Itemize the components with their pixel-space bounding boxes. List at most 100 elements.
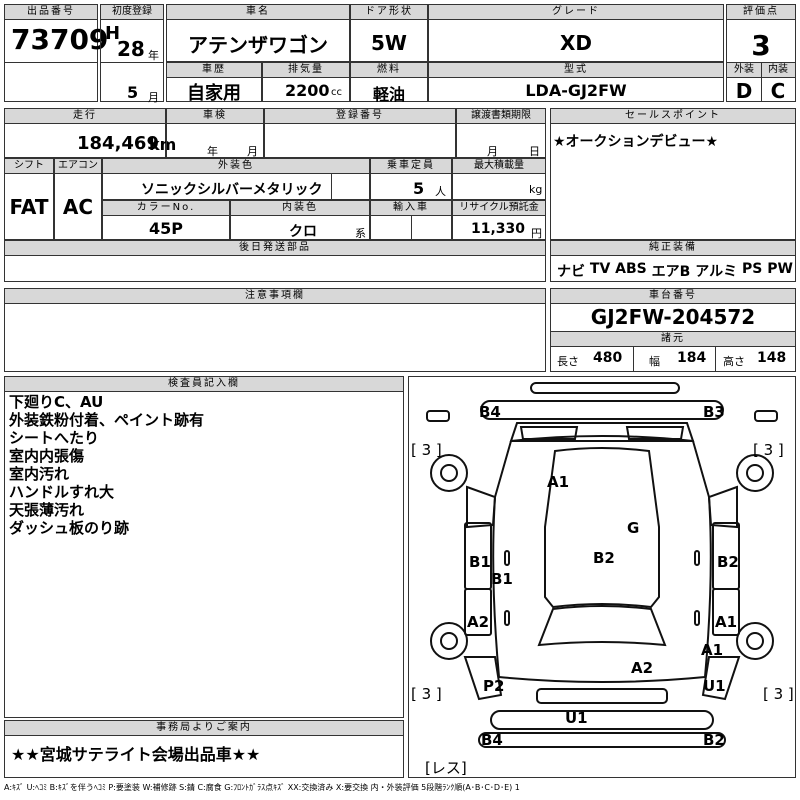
chassis-label: 車台番号 bbox=[551, 289, 795, 304]
exterior-score: D bbox=[735, 79, 753, 103]
import-box: 輸入車 bbox=[370, 200, 452, 240]
tire-bracket-front-right: [ 3 ] bbox=[753, 441, 784, 459]
color-number: 45P bbox=[149, 219, 183, 238]
damage-mark: B2 bbox=[703, 731, 725, 749]
later-parts-box: 後日発送部品 bbox=[4, 240, 546, 282]
capacity-unit: 人 bbox=[435, 185, 446, 198]
recycle-box: リサイクル預託金 11,330 円 bbox=[452, 200, 546, 240]
import-label: 輸入車 bbox=[371, 201, 451, 216]
vehicle-name-box: 車名 アテンザワゴン bbox=[166, 4, 350, 62]
interior-color-label: 内装色 bbox=[231, 201, 369, 216]
interior-score: C bbox=[770, 79, 786, 103]
equip-item: ABS bbox=[615, 261, 647, 277]
note-line: 外装鉄粉付着、ペイント跡有 bbox=[9, 411, 205, 429]
history: 自家用 bbox=[187, 83, 241, 104]
note-line: ハンドルすれ大 bbox=[9, 483, 115, 501]
fuel-box: 燃料 軽油 bbox=[350, 62, 428, 104]
registration-month: 5 bbox=[127, 83, 139, 102]
tire-bracket-front-left: [ 3 ] bbox=[411, 441, 442, 459]
aircon-box: エアコン AC bbox=[54, 158, 102, 240]
equip-item: PS bbox=[741, 261, 763, 277]
inspector-notes: 下廻りC、AU 外装鉄粉付着、ペイント跡有 シートへたり 室内内張傷 室内汚れ … bbox=[9, 393, 204, 537]
damage-mark: U1 bbox=[565, 709, 588, 727]
deadline-month-unit: 月 bbox=[487, 145, 498, 158]
equip-item: TV bbox=[589, 261, 611, 277]
aircon: AC bbox=[62, 195, 94, 219]
inspection-label: 車検 bbox=[167, 109, 263, 124]
damage-mark: A1 bbox=[701, 641, 723, 659]
office-box: 事務局よりご案内 ★★宮城サテライト会場出品車★★ bbox=[4, 720, 404, 778]
car-outline-diagram: [ 3 ] [ 3 ] [ 3 ] [ 3 ] [レス] B4 B3 A1 G … bbox=[411, 382, 794, 777]
recycle-unit: 円 bbox=[531, 227, 542, 240]
interior-color-box: 内装色 クロ 系 bbox=[230, 200, 370, 240]
lot-number-label: 出品番号 bbox=[5, 5, 97, 20]
fuel: 軽油 bbox=[372, 85, 405, 104]
first-registration-label: 初度登録 bbox=[101, 5, 163, 20]
recycle-label: リサイクル預託金 bbox=[453, 201, 545, 216]
sales-point-label: セールスポイント bbox=[551, 109, 795, 124]
office-notice: ★★宮城サテライト会場出品車★★ bbox=[11, 745, 261, 764]
height: 148 bbox=[757, 350, 787, 366]
capacity-box: 乗車定員 5 人 bbox=[370, 158, 452, 200]
grade-label: グレード bbox=[429, 5, 723, 20]
damage-mark: B2 bbox=[593, 549, 615, 567]
deadline-label: 譲渡書類期限 bbox=[457, 109, 545, 124]
inspector-box: 検査員記入欄 下廻りC、AU 外装鉄粉付着、ペイント跡有 シートへたり 室内内張… bbox=[4, 376, 404, 718]
equipment-list: ナビ TV ABS エアB アルミ PS PW bbox=[557, 261, 793, 281]
later-parts-label: 後日発送部品 bbox=[5, 241, 545, 256]
equip-item: アルミ bbox=[695, 264, 738, 280]
model-code: LDA-GJ2FW bbox=[525, 81, 627, 100]
mileage-label: 走行 bbox=[5, 109, 165, 124]
note-line: 室内汚れ bbox=[9, 465, 70, 483]
load-unit: kg bbox=[529, 183, 543, 196]
damage-mark: B2 bbox=[717, 553, 739, 571]
door-type-label: ドア形状 bbox=[351, 5, 427, 20]
lot-number: 73709 bbox=[11, 23, 109, 56]
overall-score: 3 bbox=[751, 29, 771, 62]
damage-diagram: [ 3 ] [ 3 ] [ 3 ] [ 3 ] [レス] B4 B3 A1 G … bbox=[408, 376, 796, 778]
spare-tire-bracket: [レス] bbox=[425, 759, 467, 777]
shift-box: シフト FAT bbox=[4, 158, 54, 240]
equip-item: エアB bbox=[651, 264, 691, 280]
load-box: 最大積載量 kg bbox=[452, 158, 546, 200]
inspection-year-unit: 年 bbox=[207, 145, 218, 158]
damage-mark: P2 bbox=[483, 677, 504, 695]
equip-item: ナビ bbox=[557, 264, 585, 280]
exterior-color: ソニックシルバーメタリック bbox=[141, 182, 323, 198]
caution-box: 注意事項欄 bbox=[4, 288, 546, 372]
model-box: 型式 LDA-GJ2FW bbox=[428, 62, 724, 102]
displacement-label: 排気量 bbox=[263, 63, 349, 78]
door-type-box: ドア形状 5W bbox=[350, 4, 428, 62]
recycle-fee: 11,330 bbox=[471, 221, 526, 237]
displacement: 2200 bbox=[285, 81, 330, 100]
month-unit: 月 bbox=[148, 91, 159, 104]
legend-text: A:ｷｽﾞ U:ﾍｺﾐ B:ｷｽﾞを伴うﾍｺﾐ P:要塗装 W:補修跡 S:錆 … bbox=[4, 783, 520, 792]
score-box: 評価点 3 外装 内装 D C bbox=[726, 4, 796, 103]
length: 480 bbox=[593, 350, 623, 366]
interior-color-unit: 系 bbox=[355, 227, 366, 240]
fuel-label: 燃料 bbox=[351, 63, 427, 78]
inspector-label: 検査員記入欄 bbox=[5, 377, 403, 392]
displacement-box: 排気量 2200 cc bbox=[262, 62, 350, 102]
inspection-box: 車検 年 月 bbox=[166, 108, 264, 158]
damage-mark: B4 bbox=[479, 403, 501, 421]
damage-mark: B1 bbox=[491, 570, 513, 588]
score-label: 評価点 bbox=[727, 5, 795, 20]
model-label: 型式 bbox=[429, 63, 723, 78]
history-box: 車歴 自家用 bbox=[166, 62, 262, 104]
mileage: 184,469 bbox=[77, 133, 159, 154]
height-label: 高さ bbox=[723, 355, 745, 368]
damage-mark: A2 bbox=[467, 613, 489, 631]
note-line: 室内内張傷 bbox=[9, 447, 85, 465]
displacement-unit: cc bbox=[331, 87, 342, 98]
damage-mark: A2 bbox=[631, 659, 653, 677]
capacity-label: 乗車定員 bbox=[371, 159, 451, 174]
grade-box: グレード XD bbox=[428, 4, 724, 62]
chassis-box: 車台番号 GJ2FW-204572 諸元 長さ 480 幅 184 高さ 148 bbox=[550, 288, 796, 372]
equipment-box: 純正装備 ナビ TV ABS エアB アルミ PS PW bbox=[550, 240, 796, 282]
reg-number-label: 登録番号 bbox=[265, 109, 455, 124]
door-type: 5W bbox=[371, 31, 407, 55]
color-number-box: カラーNo. 45P bbox=[102, 200, 230, 240]
tire-bracket-rear-right: [ 3 ] bbox=[763, 685, 794, 703]
history-label: 車歴 bbox=[167, 63, 261, 78]
